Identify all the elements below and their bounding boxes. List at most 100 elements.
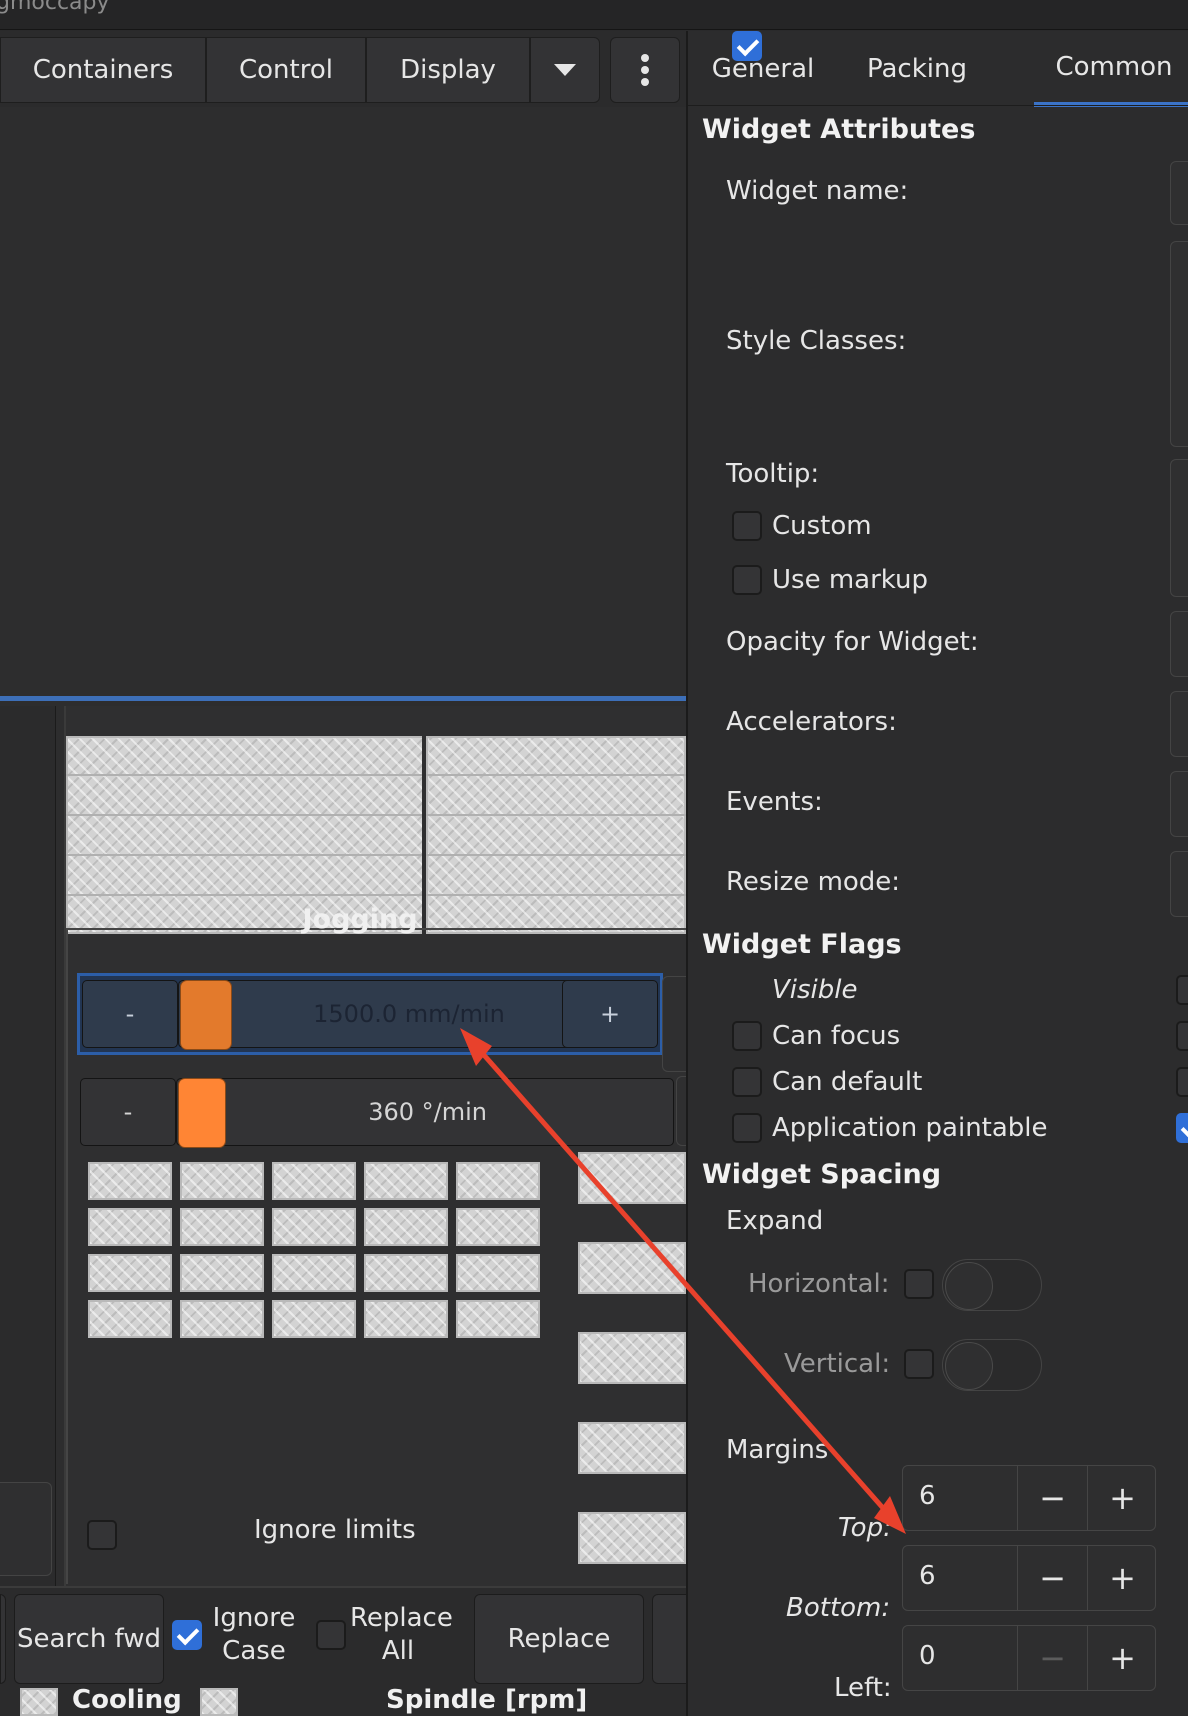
angular-jog-knob[interactable] xyxy=(178,1078,226,1148)
window-titlebar: gmoccapy xyxy=(0,0,1188,30)
linear-jog-increase-button[interactable]: + xyxy=(562,980,658,1048)
search-forward-button[interactable]: Search fwd xyxy=(14,1594,164,1684)
opacity-label: Opacity for Widget: xyxy=(726,627,979,657)
jog-grid-cell[interactable] xyxy=(88,1208,172,1246)
ignore-limits-checkbox[interactable] xyxy=(87,1520,117,1550)
placeholder-cell[interactable] xyxy=(200,1688,238,1716)
jog-grid-cell[interactable] xyxy=(364,1300,448,1338)
margin-top-decrease-button[interactable]: − xyxy=(1017,1466,1087,1530)
margin-bottom-decrease-button[interactable]: − xyxy=(1017,1546,1087,1610)
palette-more-dropdown[interactable] xyxy=(530,37,600,103)
linear-jog-slider[interactable]: - 1500.0 mm/min + xyxy=(77,973,663,1055)
vertical-expand-switch[interactable] xyxy=(942,1339,1042,1391)
visible-checkbox[interactable] xyxy=(732,31,762,61)
margin-bottom-increase-button[interactable]: + xyxy=(1087,1546,1157,1610)
cooling-label: Cooling xyxy=(72,1685,182,1715)
margin-left-decrease-button[interactable]: − xyxy=(1017,1626,1087,1690)
horizontal-expand-checkbox[interactable] xyxy=(904,1269,934,1299)
margin-top-increase-button[interactable]: + xyxy=(1087,1466,1157,1530)
margin-left-value: 0 xyxy=(919,1641,936,1671)
ignore-limits-label: Ignore limits xyxy=(254,1515,416,1545)
angular-jog-track[interactable]: 360 °/min xyxy=(176,1078,674,1146)
can-focus-label: Can focus xyxy=(772,1021,901,1051)
style-classes-list[interactable] xyxy=(1170,241,1188,447)
jog-grid-cell[interactable] xyxy=(272,1300,356,1338)
jog-grid-cell[interactable] xyxy=(364,1254,448,1292)
jog-grid-cell[interactable] xyxy=(456,1254,540,1292)
visible-label: Visible xyxy=(772,975,858,1005)
placeholder-divider xyxy=(66,894,686,896)
search-toolbar: Search fwd Ignore Case Replace All Repla… xyxy=(0,1586,692,1686)
horizontal-label: Horizontal: xyxy=(748,1269,890,1299)
widget-attributes-heading: Widget Attributes xyxy=(702,114,976,145)
jog-grid-cell[interactable] xyxy=(180,1300,264,1338)
opacity-spin[interactable] xyxy=(1170,611,1188,677)
placeholder-cell[interactable] xyxy=(20,1688,58,1716)
placeholder-cell[interactable] xyxy=(578,1242,686,1294)
ignore-case-checkbox[interactable] xyxy=(172,1620,202,1650)
jog-grid-cell[interactable] xyxy=(88,1300,172,1338)
palette-tab-control[interactable]: Control xyxy=(206,37,366,103)
jog-grid-cell[interactable] xyxy=(180,1208,264,1246)
extra-flag-checkbox[interactable] xyxy=(1176,1021,1188,1051)
jog-grid-cell[interactable] xyxy=(272,1254,356,1292)
margin-left-label: Left: xyxy=(834,1673,892,1703)
margin-left-increase-button[interactable]: + xyxy=(1087,1626,1157,1690)
linear-jog-decrease-button[interactable]: - xyxy=(82,980,178,1048)
tab-packing[interactable]: Packing xyxy=(842,31,992,107)
can-focus-checkbox[interactable] xyxy=(732,1021,762,1051)
extra-flag-checkbox[interactable] xyxy=(1176,1067,1188,1097)
events-label: Events: xyxy=(726,787,823,817)
can-default-label: Can default xyxy=(772,1067,923,1097)
jog-grid-cell[interactable] xyxy=(272,1208,356,1246)
accelerators-button[interactable] xyxy=(1170,691,1188,757)
extra-flag-checkbox[interactable] xyxy=(1176,975,1188,1005)
vertical-ellipsis-icon xyxy=(641,54,649,86)
resize-mode-combo[interactable] xyxy=(1170,851,1188,917)
jog-grid-cell[interactable] xyxy=(456,1208,540,1246)
jog-grid-cell[interactable] xyxy=(364,1162,448,1200)
angular-jog-value: 360 °/min xyxy=(368,1098,487,1126)
events-button[interactable] xyxy=(1170,771,1188,837)
margin-bottom-spin[interactable]: 6 − + xyxy=(902,1545,1156,1611)
widget-name-input[interactable] xyxy=(1170,161,1188,225)
palette-menu-button[interactable] xyxy=(610,37,680,103)
can-default-checkbox[interactable] xyxy=(732,1067,762,1097)
jog-grid-cell[interactable] xyxy=(364,1208,448,1246)
replace-button[interactable]: Replace xyxy=(474,1594,644,1684)
status-strip: Cooling Spindle [rpm] xyxy=(0,1685,686,1716)
extra-flag-checkbox[interactable] xyxy=(1176,1113,1188,1143)
tooltip-input[interactable] xyxy=(1170,459,1188,597)
widget-spacing-heading: Widget Spacing xyxy=(702,1159,942,1190)
margin-top-spin[interactable]: 6 − + xyxy=(902,1465,1156,1531)
placeholder-cell[interactable] xyxy=(578,1422,686,1474)
tooltip-custom-label: Custom xyxy=(772,511,872,541)
angular-jog-slider[interactable]: - 360 °/min xyxy=(80,1074,674,1150)
vertical-expand-checkbox[interactable] xyxy=(904,1349,934,1379)
partial-button[interactable] xyxy=(0,1594,6,1684)
use-markup-checkbox[interactable] xyxy=(732,565,762,595)
horizontal-expand-switch[interactable] xyxy=(942,1259,1042,1311)
placeholder-cell[interactable] xyxy=(578,1152,686,1204)
palette-tab-display[interactable]: Display xyxy=(366,37,530,103)
replace-all-checkbox[interactable] xyxy=(316,1620,346,1650)
jog-grid-cell[interactable] xyxy=(456,1162,540,1200)
palette-tab-containers[interactable]: Containers xyxy=(0,37,206,103)
tab-general[interactable]: General xyxy=(688,31,838,107)
tooltip-custom-checkbox[interactable] xyxy=(732,511,762,541)
jog-grid-cell[interactable] xyxy=(272,1162,356,1200)
jog-grid-cell[interactable] xyxy=(180,1254,264,1292)
jog-grid-cell[interactable] xyxy=(180,1162,264,1200)
jog-grid-cell[interactable] xyxy=(88,1162,172,1200)
widget-name-label: Widget name: xyxy=(726,176,909,206)
app-paintable-checkbox[interactable] xyxy=(732,1113,762,1143)
angular-jog-decrease-button[interactable]: - xyxy=(80,1078,176,1146)
placeholder-cell[interactable] xyxy=(578,1332,686,1384)
tab-common[interactable]: Common xyxy=(1034,31,1188,107)
jog-grid-cell[interactable] xyxy=(456,1300,540,1338)
placeholder-cell[interactable] xyxy=(578,1512,686,1564)
jog-grid-cell[interactable] xyxy=(88,1254,172,1292)
placeholder-divider xyxy=(66,814,686,816)
linear-jog-knob[interactable] xyxy=(180,980,232,1050)
margin-left-spin[interactable]: 0 − + xyxy=(902,1625,1156,1691)
